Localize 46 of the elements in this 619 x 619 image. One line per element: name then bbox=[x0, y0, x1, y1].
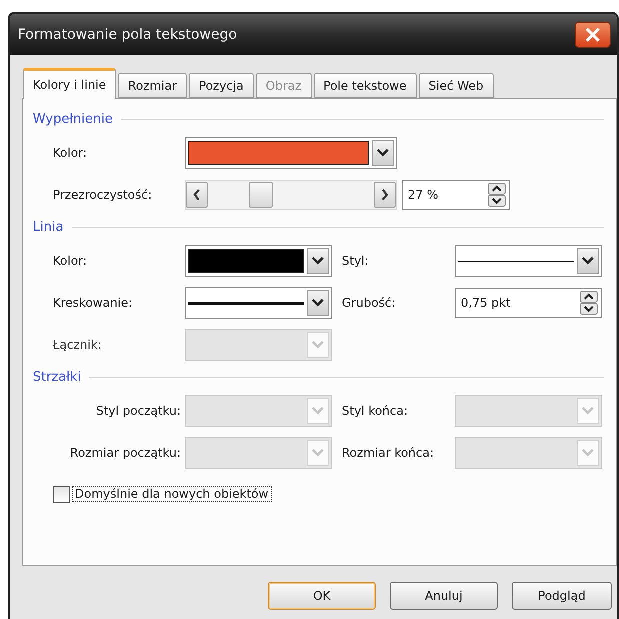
field-label: Kolor: bbox=[52, 254, 88, 268]
field-label: Kreskowanie: bbox=[52, 296, 133, 310]
tab[interactable]: Kolory i linie bbox=[23, 68, 116, 99]
dialog-button[interactable]: Podgląd bbox=[512, 582, 612, 610]
dropdown[interactable] bbox=[455, 245, 602, 277]
chevron-down-icon bbox=[312, 299, 324, 307]
slider[interactable] bbox=[185, 180, 397, 210]
section-title: Linia bbox=[33, 220, 64, 234]
slider-thumb[interactable] bbox=[248, 182, 273, 208]
field-label: Kolor: bbox=[52, 146, 88, 160]
tab[interactable]: Sieć Web bbox=[418, 73, 494, 98]
spin-arrows-icon bbox=[488, 183, 506, 207]
section-title: Strzałki bbox=[33, 370, 82, 384]
chevron-down-icon bbox=[377, 149, 389, 157]
tab[interactable]: Rozmiar bbox=[118, 73, 188, 98]
chevron-down-icon bbox=[312, 341, 324, 349]
chevron-down-icon bbox=[582, 257, 594, 265]
tab[interactable]: Pole tekstowe bbox=[314, 73, 417, 98]
chevron-down-icon bbox=[312, 257, 324, 265]
dropdown[interactable] bbox=[185, 245, 332, 277]
dialog-button[interactable]: OK bbox=[268, 582, 376, 610]
dialog-button[interactable]: Anuluj bbox=[390, 582, 498, 610]
dropdown[interactable] bbox=[185, 287, 332, 319]
field-label: Styl początku: bbox=[96, 404, 182, 418]
spin-field[interactable]: 0,75 pkt bbox=[455, 288, 602, 318]
dropdown[interactable] bbox=[185, 137, 397, 169]
field-label: Rozmiar początku: bbox=[70, 446, 182, 460]
chevron-down-icon bbox=[582, 407, 594, 415]
spin-arrows-icon bbox=[580, 291, 598, 315]
section-title: Wypełnienie bbox=[33, 112, 113, 126]
field-label: Przezroczystość: bbox=[52, 188, 152, 202]
field-label: Styl: bbox=[342, 254, 369, 268]
tab[interactable]: Pozycja bbox=[189, 73, 254, 98]
chevron-down-icon bbox=[312, 449, 324, 457]
chevron-down-icon bbox=[312, 407, 324, 415]
close-icon bbox=[585, 26, 601, 42]
close-button[interactable] bbox=[575, 22, 611, 48]
checkbox-label[interactable]: Domyślnie dla nowych obiektów bbox=[72, 486, 272, 502]
window-title: Formatowanie pola tekstowego bbox=[18, 26, 238, 42]
field-label: Łącznik: bbox=[52, 338, 102, 352]
checkbox[interactable] bbox=[53, 486, 70, 502]
field-label: Rozmiar końca: bbox=[342, 446, 434, 460]
chevron-down-icon bbox=[582, 449, 594, 457]
spin-field[interactable]: 27 % bbox=[402, 180, 510, 210]
field-label: Grubość: bbox=[342, 296, 396, 310]
field-label: Styl końca: bbox=[342, 404, 408, 418]
